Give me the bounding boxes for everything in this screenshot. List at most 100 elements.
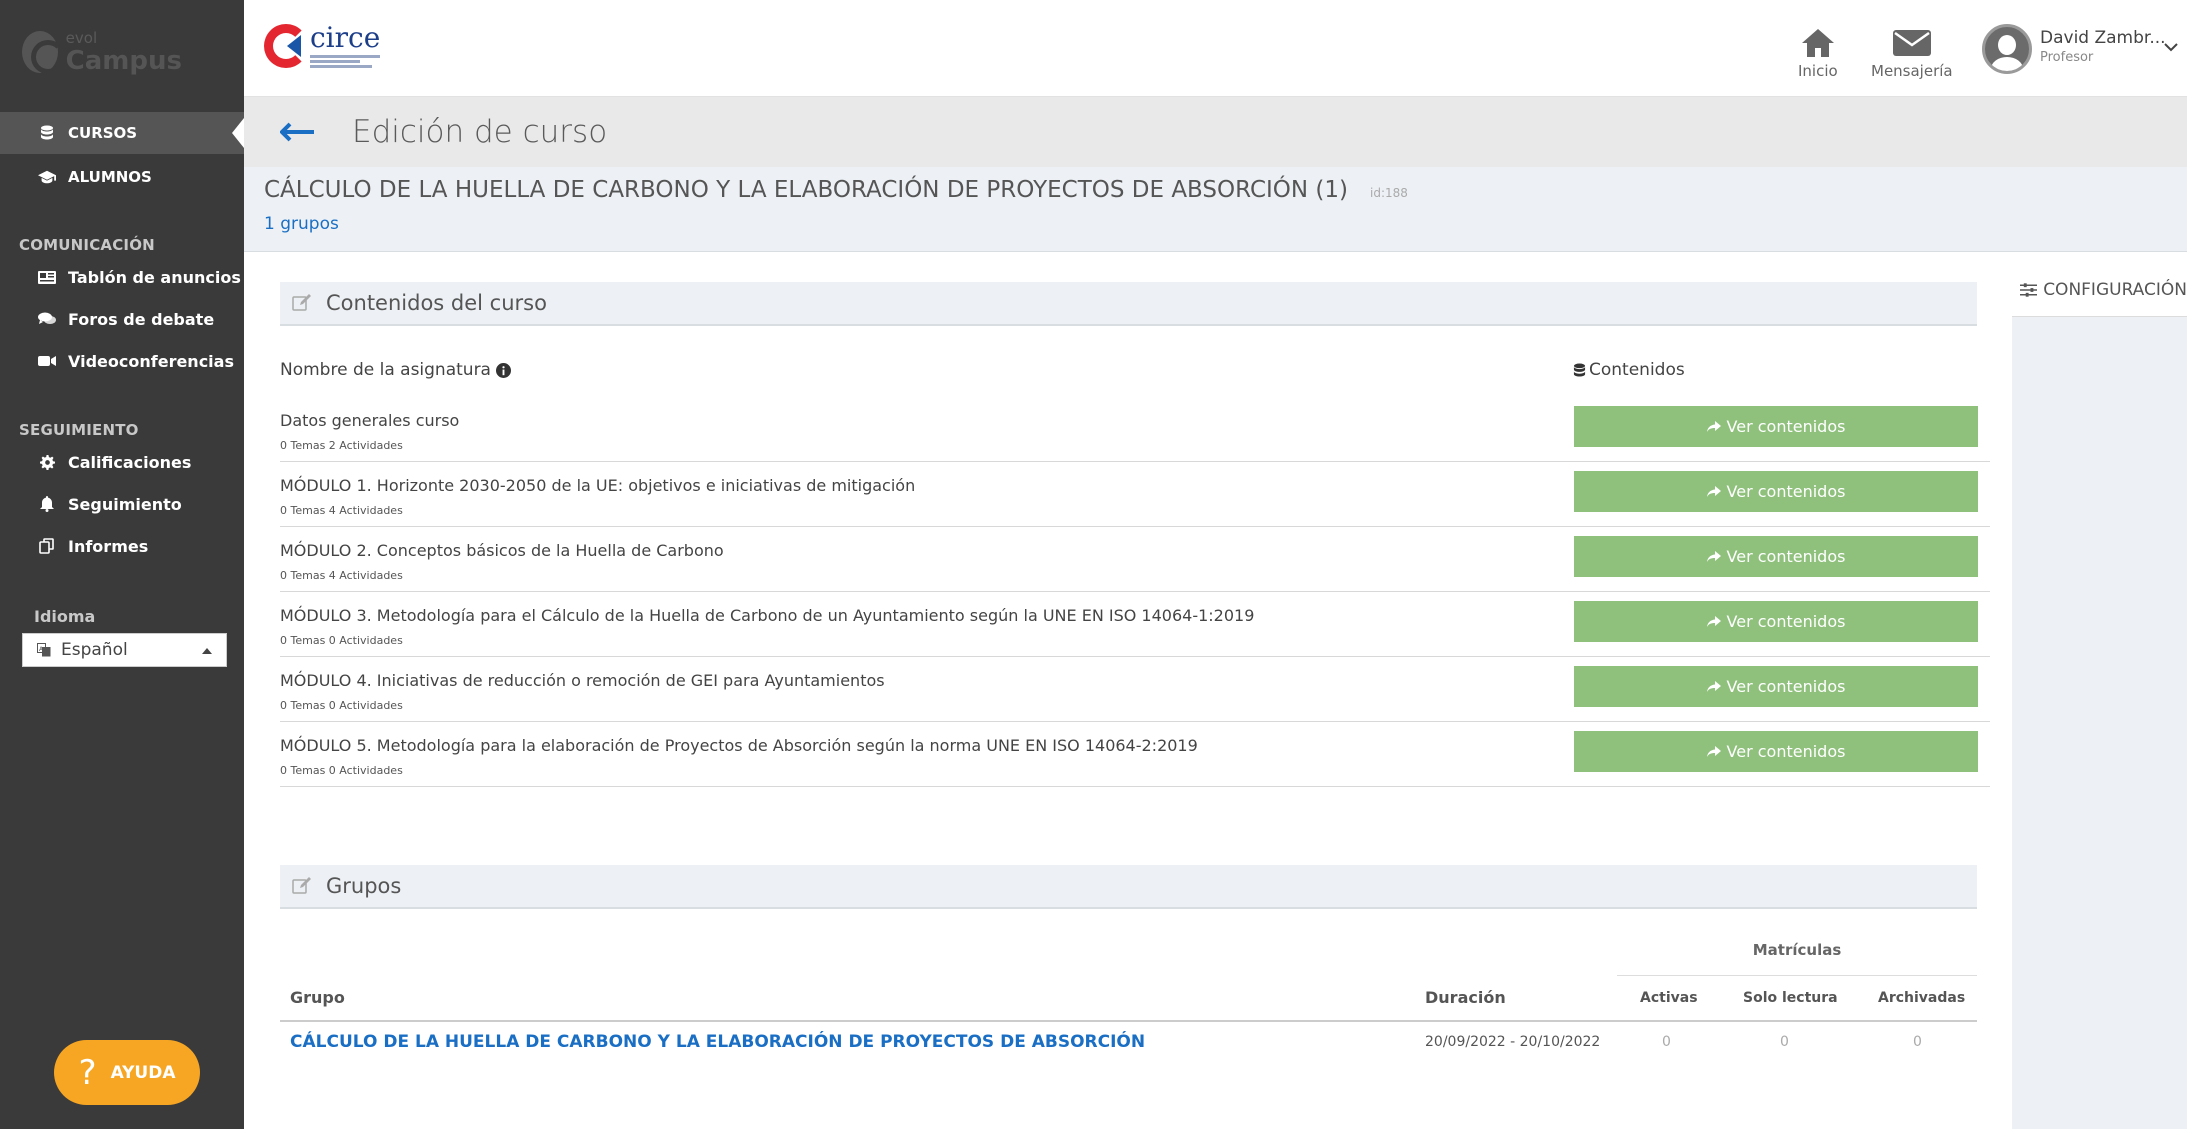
duration-column-header: Duración [1425,988,1506,1007]
subject-name: MÓDULO 1. Horizonte 2030-2050 de la UE: … [280,476,916,495]
subject-meta: 0 Temas 2 Actividades [280,439,403,452]
user-menu[interactable]: David Zambr... Profesor [1982,24,2182,80]
sidebar-item-label: ALUMNOS [68,168,152,186]
subject-name-header-label: Nombre de la asignatura [280,360,491,380]
view-contents-label: Ver contenidos [1726,742,1846,761]
sidebar-item-label: Foros de debate [68,309,215,329]
chevron-down-icon [2164,43,2178,52]
sidebar: evol Campus CURSOS ALUMNOS COMUNICACIÓN … [0,0,244,1129]
sidebar-item-cursos[interactable]: CURSOS [0,112,244,154]
archived-column-header: Archivadas [1878,990,1966,1006]
header: circe Inicio Mensajería David Zambr... P… [244,0,2187,97]
view-contents-label: Ver contenidos [1726,612,1846,631]
comments-icon [38,312,56,326]
messages-button[interactable]: Mensajería [1871,28,1953,80]
subject-name-column-header: Nombre de la asignatura [280,360,511,380]
sidebar-item-label: Calificaciones [68,452,192,472]
configuration-tab[interactable]: CONFIGURACIÓN [2012,264,2187,316]
list-item: MÓDULO 4. Iniciativas de reducción o rem… [280,657,1990,722]
info-icon[interactable] [495,362,511,378]
language-select[interactable]: A Español [22,633,227,667]
sidebar-item-seguimiento[interactable]: Seguimiento [0,483,244,525]
back-arrow-icon[interactable] [280,122,316,142]
brand-tagline-lines [310,55,390,68]
help-label: AYUDA [110,1062,176,1083]
subjects-table-header: Nombre de la asignatura Contenidos [280,356,1990,386]
logo-text-small: evol [65,28,98,47]
sidebar-item-informes[interactable]: Informes [0,525,244,567]
view-contents-button[interactable]: Ver contenidos [1574,406,1978,447]
gear-icon [38,454,56,470]
share-arrow-icon [1706,745,1721,757]
envelope-icon [1892,30,1931,56]
view-contents-button[interactable]: Ver contenidos [1574,731,1978,772]
subject-meta: 0 Temas 4 Actividades [280,569,403,582]
edit-icon [292,294,311,311]
group-active-count: 0 [1662,1034,1671,1050]
list-item: Datos generales curso 0 Temas 2 Actividad… [280,397,1990,462]
view-contents-label: Ver contenidos [1726,482,1846,501]
messages-label: Mensajería [1871,62,1953,80]
graduation-cap-icon [38,170,56,184]
share-arrow-icon [1706,550,1721,562]
course-id: id:188 [1370,186,1408,200]
group-readonly-count: 0 [1780,1034,1789,1050]
view-contents-label: Ver contenidos [1726,677,1846,696]
edit-icon [292,877,311,894]
contents-section-header: Contenidos del curso [280,282,1977,326]
course-title-text: CÁLCULO DE LA HUELLA DE CARBONO Y LA ELA… [264,177,1349,203]
list-item: MÓDULO 1. Horizonte 2030-2050 de la UE: … [280,462,1990,527]
view-contents-button[interactable]: Ver contenidos [1574,536,1978,577]
groups-table-header: Grupo Duración Activas Solo lectura Arch… [280,984,1977,1022]
course-title: CÁLCULO DE LA HUELLA DE CARBONO Y LA ELA… [264,177,1408,203]
readonly-column-header: Solo lectura [1743,990,1838,1006]
contents-header-label: Contenidos [1589,360,1685,380]
language-icon: A [37,643,51,657]
view-contents-label: Ver contenidos [1726,547,1846,566]
configuration-panel [2012,316,2187,1129]
share-arrow-icon [1706,420,1721,432]
question-icon: ? [78,1052,97,1093]
circe-logo-icon [264,24,308,68]
sidebar-item-alumnos[interactable]: ALUMNOS [0,156,244,198]
help-button[interactable]: ? AYUDA [54,1040,200,1105]
subject-name: MÓDULO 4. Iniciativas de reducción o rem… [280,671,885,690]
list-item: MÓDULO 5. Metodología para la elaboració… [280,722,1990,787]
subject-meta: 0 Temas 0 Actividades [280,699,403,712]
sidebar-item-label: Informes [68,536,149,556]
bell-icon [38,496,56,512]
section-label-comunicacion: COMUNICACIÓN [19,236,155,254]
groups-link[interactable]: 1 grupos [264,214,339,234]
subject-meta: 0 Temas 0 Actividades [280,764,403,777]
subject-name: MÓDULO 2. Conceptos básicos de la Huella… [280,541,724,560]
home-button[interactable]: Inicio [1798,28,1838,80]
subject-name: Datos generales curso [280,411,460,430]
language-selected: Español [61,640,128,660]
view-contents-label: Ver contenidos [1726,417,1846,436]
group-dates: 20/09/2022 - 20/10/2022 [1425,1034,1601,1050]
sidebar-item-calificaciones[interactable]: Calificaciones [0,441,244,483]
enrollments-group-header: Matrículas [1617,941,1977,976]
view-contents-button[interactable]: Ver contenidos [1574,601,1978,642]
circe-logo[interactable]: circe [264,24,390,84]
user-role: Profesor [2040,50,2094,65]
caret-up-icon [202,648,212,654]
contents-section-title: Contenidos del curso [326,291,547,315]
sidebar-item-tablon[interactable]: Tablón de anuncios [0,256,244,298]
sidebar-item-foros[interactable]: Foros de debate [0,298,244,340]
language-label: Idioma [34,607,96,626]
evolcampus-logo[interactable]: evol Campus [22,28,182,76]
logo-text-big: Campus [65,45,182,76]
database-icon [1573,363,1586,377]
section-label-seguimiento: SEGUIMIENTO [19,421,139,439]
video-camera-icon [38,355,56,367]
table-row: CÁLCULO DE LA HUELLA DE CARBONO Y LA ELA… [280,1022,1977,1068]
subject-meta: 0 Temas 4 Actividades [280,504,403,517]
view-contents-button[interactable]: Ver contenidos [1574,666,1978,707]
group-name-link[interactable]: CÁLCULO DE LA HUELLA DE CARBONO Y LA ELA… [290,1032,1145,1052]
sidebar-item-label: Seguimiento [68,494,182,514]
page-title-bar: Edición de curso [244,97,2187,167]
share-arrow-icon [1706,485,1721,497]
sidebar-item-videoconferencias[interactable]: Videoconferencias [0,340,244,382]
view-contents-button[interactable]: Ver contenidos [1574,471,1978,512]
